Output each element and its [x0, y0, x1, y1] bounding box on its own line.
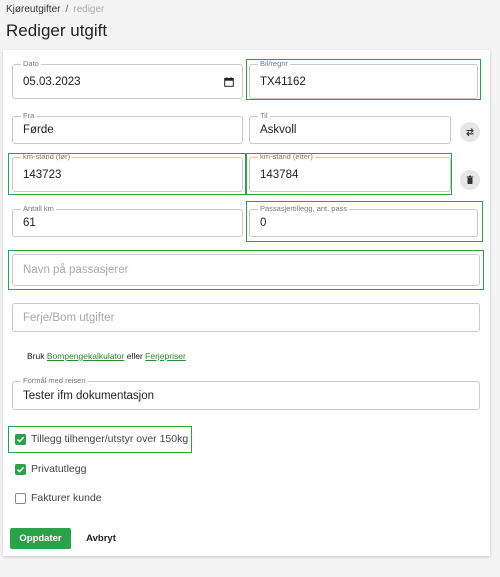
- swap-icon: [466, 128, 474, 137]
- private-expense-checkbox-label: Privatutlegg: [31, 463, 87, 475]
- help-middle: eller: [126, 351, 143, 361]
- distance-value: 61: [23, 217, 36, 229]
- toll-help-text: Bruk Bompengekalkulator eller Ferjeprise…: [27, 351, 186, 361]
- passenger-names-field[interactable]: Navn på passasjerer: [12, 254, 480, 286]
- page-title: Rediger utgift: [6, 21, 108, 40]
- car-reg-value: TX41162: [260, 75, 306, 88]
- cancel-button[interactable]: Avbryt: [78, 528, 124, 549]
- passenger-names-placeholder: Navn på passasjerer: [23, 264, 129, 276]
- distance-label: Antall km: [21, 204, 56, 214]
- odometer-after-value: 143784: [260, 168, 299, 181]
- ferry-prices-link[interactable]: Ferjepriser: [145, 351, 186, 361]
- trailer-checkbox[interactable]: Tillegg tilhenger/utstyr over 150kg: [15, 433, 188, 445]
- help-prefix: Bruk: [27, 351, 45, 361]
- to-label: Til: [258, 111, 270, 121]
- from-field[interactable]: Fra Førde: [12, 111, 243, 144]
- breadcrumb: Kjøreutgifter / rediger: [6, 4, 104, 15]
- private-expense-checkbox[interactable]: Privatutlegg: [15, 463, 86, 475]
- date-field[interactable]: Dato 05.03.2023: [12, 59, 243, 99]
- calendar-icon[interactable]: [224, 76, 234, 87]
- breadcrumb-parent[interactable]: Kjøreutgifter: [6, 4, 60, 15]
- odometer-before-label: km-stand (før): [21, 152, 73, 162]
- breadcrumb-current: rediger: [73, 4, 105, 15]
- odometer-after-label: km-stand (etter): [258, 152, 315, 162]
- car-reg-field[interactable]: Bil/regnr TX41162: [249, 59, 478, 99]
- car-reg-label: Bil/regnr: [258, 59, 290, 69]
- invoice-customer-checkbox[interactable]: Fakturer kunde: [15, 492, 102, 504]
- checkbox-checked-icon[interactable]: [15, 433, 26, 445]
- date-value: 05.03.2023: [23, 75, 81, 88]
- purpose-field[interactable]: Formål med reisen Tester ifm dokumentasj…: [12, 376, 480, 410]
- passenger-count-label: Passasjertillegg, ant. pass: [258, 204, 350, 214]
- breadcrumb-separator: /: [65, 4, 69, 15]
- odometer-before-value: 143723: [23, 168, 62, 181]
- ferry-toll-placeholder: Ferje/Bom utgifter: [23, 311, 115, 324]
- trailer-checkbox-label: Tillegg tilhenger/utstyr over 150kg: [31, 433, 189, 445]
- date-label: Dato: [21, 59, 41, 69]
- distance-field[interactable]: Antall km 61: [12, 204, 243, 237]
- odometer-after-field[interactable]: km-stand (etter) 143784: [249, 152, 451, 192]
- checkbox-checked-icon[interactable]: [15, 463, 26, 475]
- toll-calculator-link[interactable]: Bompengekalkulator: [47, 351, 125, 361]
- to-field[interactable]: Til Askvoll: [249, 111, 451, 144]
- swap-button[interactable]: [460, 122, 480, 142]
- purpose-value: Tester ifm dokumentasjon: [23, 389, 155, 402]
- passenger-count-value: 0: [260, 217, 267, 229]
- checkbox-unchecked-icon[interactable]: [15, 492, 26, 504]
- invoice-customer-checkbox-label: Fakturer kunde: [31, 492, 102, 504]
- from-value: Førde: [23, 124, 54, 136]
- to-value: Askvoll: [260, 124, 297, 136]
- purpose-label: Formål med reisen: [21, 376, 88, 386]
- update-button[interactable]: Oppdater: [10, 528, 71, 549]
- delete-button[interactable]: [460, 170, 480, 190]
- trash-icon: [466, 175, 474, 184]
- ferry-toll-field[interactable]: Ferje/Bom utgifter: [12, 303, 480, 332]
- passenger-count-field[interactable]: Passasjertillegg, ant. pass 0: [249, 204, 478, 237]
- odometer-before-field[interactable]: km-stand (før) 143723: [12, 152, 243, 192]
- from-label: Fra: [21, 111, 37, 121]
